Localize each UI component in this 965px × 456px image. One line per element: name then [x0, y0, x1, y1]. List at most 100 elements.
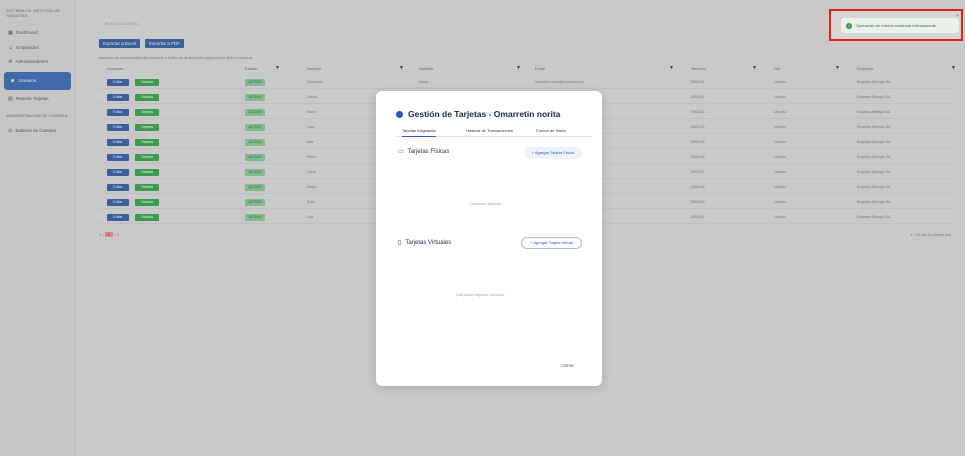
cards-button[interactable]: Tarjetas [135, 154, 159, 161]
column-header[interactable]: Empresa [857, 66, 873, 71]
close-icon[interactable]: × [956, 13, 959, 19]
cell-name: Omarretin [307, 80, 323, 84]
edit-button[interactable]: Editar [107, 94, 129, 101]
sidebar: SISTEMA DE GESTIÓN DE TARJETAS ▦ Dashboar… [0, 0, 76, 456]
cell-name: Diego [307, 185, 317, 189]
section-title-text: Tarjetas Físicas [407, 148, 450, 155]
people-icon: ☺ [8, 44, 14, 51]
edit-button[interactable]: Editar [107, 124, 129, 131]
toast-notification: ✓ Operación de edición realizada exitosa… [841, 18, 959, 33]
column-header[interactable]: Email [535, 66, 545, 71]
edit-button[interactable]: Editar [107, 214, 129, 221]
cell-company: Empresa Ejemplo SA [857, 80, 891, 84]
sidebar-item-dashboard[interactable]: ▦ Dashboard [0, 26, 75, 41]
sidebar-item-balance[interactable]: ⚖ Balance de Cuentas [0, 124, 75, 139]
cards-button[interactable]: Tarjetas [135, 94, 159, 101]
sidebar-item-reporte-tarjetas[interactable]: ▤ Reporte Tarjetas [0, 92, 75, 107]
admin-icon: ⚙ [8, 59, 13, 65]
cell-phone: 5550101 [691, 80, 705, 84]
cell-name: Luis [307, 215, 314, 219]
section-title-text: Tarjetas Virtuales [405, 239, 452, 246]
dialog-header: Gestión de Tarjetas - Omarretin norita [396, 109, 560, 119]
users-icon: ☻ [10, 77, 16, 84]
cell-role: Usuario [774, 200, 787, 204]
pager-next[interactable]: › » [114, 232, 119, 237]
card-management-dialog: Gestión de Tarjetas - Omarretin norita T… [376, 91, 602, 386]
edit-button[interactable]: Editar [107, 109, 129, 116]
cell-name: Pedro [307, 155, 317, 159]
edit-button[interactable]: Editar [107, 184, 129, 191]
sidebar-item-usuarios[interactable]: ☻ Usuarios [4, 71, 71, 90]
column-header[interactable]: Rol [774, 66, 780, 71]
status-badge: ACTIVO [245, 214, 265, 221]
column-header[interactable]: Acciones [107, 66, 123, 71]
cell-phone: 5550108 [691, 185, 705, 189]
sidebar-item-label: Dashboard [15, 30, 38, 35]
close-button[interactable]: Cerrar [561, 363, 574, 368]
pager-current-page[interactable]: 1 [104, 232, 114, 237]
column-header[interactable]: Teléfono [691, 66, 706, 71]
edit-button[interactable]: Editar [107, 139, 129, 146]
edit-button[interactable]: Editar [107, 154, 129, 161]
add-physical-card-button[interactable]: + Agregar Tarjeta Física [523, 147, 582, 159]
cards-button[interactable]: Tarjetas [135, 109, 159, 116]
pager-prev[interactable]: « ‹ [99, 232, 104, 237]
cell-company: Empresa Ejemplo SA [857, 110, 891, 114]
filter-icon[interactable]: ▼ [752, 65, 757, 71]
cell-phone: 5550107 [691, 170, 705, 174]
filter-icon[interactable]: ▼ [669, 65, 674, 71]
edit-button[interactable]: Editar [107, 79, 129, 86]
filter-icon[interactable]: ▼ [951, 65, 956, 71]
dialog-tabs: Tarjetas Asignadas Historial de Transacc… [396, 127, 592, 137]
cards-button[interactable]: Tarjetas [135, 199, 159, 206]
add-virtual-card-button[interactable]: + Agregar Tarjeta Virtual [521, 237, 582, 249]
sidebar-item-label: Usuarios [18, 77, 37, 83]
search-input[interactable]: Buscar usuarios... [99, 18, 219, 30]
cell-role: Usuario [774, 185, 787, 189]
tab-control-saldo[interactable]: Control de Saldo [536, 128, 566, 133]
cell-phone: 5550106 [691, 155, 705, 159]
filter-icon[interactable]: ▼ [835, 65, 840, 71]
cell-company: Empresa Ejemplo SA [857, 215, 891, 219]
card-icon: ▭ [398, 149, 404, 155]
status-badge: ACTIVO [245, 79, 265, 86]
cell-company: Empresa Ejemplo SA [857, 140, 891, 144]
edit-button[interactable]: Editar [107, 169, 129, 176]
export-excel-button[interactable]: Exportar a Excel [99, 39, 141, 48]
edit-button[interactable]: Editar [107, 199, 129, 206]
column-header[interactable]: Apellido [419, 66, 433, 71]
column-header[interactable]: Estado [245, 66, 257, 71]
cards-button[interactable]: Tarjetas [135, 139, 159, 146]
report-icon: ▤ [8, 96, 13, 102]
balance-icon: ⚖ [8, 127, 13, 134]
status-badge: ACTIVO [245, 199, 265, 206]
cards-button[interactable]: Tarjetas [135, 79, 159, 86]
pager-info: 1 - 10 de 10 elementos [910, 232, 951, 237]
cell-company: Empresa Ejemplo SA [857, 95, 891, 99]
column-header[interactable]: Nombre [307, 66, 321, 71]
cell-name: María [307, 110, 316, 114]
check-icon: ✓ [846, 22, 852, 29]
cards-button[interactable]: Tarjetas [135, 214, 159, 221]
sidebar-item-empleados[interactable]: ☺ Empleados [0, 41, 75, 56]
cell-phone: 5550104 [691, 125, 705, 129]
tab-historial[interactable]: Historial de Transacciones [466, 128, 513, 133]
cell-email: omarretin.norita@empresa.com [535, 80, 585, 84]
cards-button[interactable]: Tarjetas [135, 124, 159, 131]
cards-button[interactable]: Tarjetas [135, 169, 159, 176]
phone-icon: ▯ [398, 240, 402, 246]
cards-button[interactable]: Tarjetas [135, 184, 159, 191]
export-pdf-button[interactable]: Exportar a PDF [145, 39, 185, 48]
cell-phone: 5550109 [691, 200, 705, 204]
sidebar-item-label: Reporte Tarjetas [15, 96, 49, 101]
tab-tarjetas-asignadas[interactable]: Tarjetas Asignadas [402, 128, 436, 137]
cell-role: Usuario [774, 155, 787, 159]
sidebar-item-label: Balance de Cuentas [15, 127, 57, 133]
physical-loading-text: Cargando tarjetas... [469, 201, 505, 206]
status-badge: ACTIVO [245, 169, 265, 176]
filter-icon[interactable]: ▼ [516, 65, 521, 71]
filter-icon[interactable]: ▼ [399, 65, 404, 71]
sidebar-item-administradores[interactable]: ⚙ Administradores [0, 55, 75, 70]
cell-name: Carlos [307, 95, 318, 99]
filter-icon[interactable]: ▼ [275, 65, 280, 71]
